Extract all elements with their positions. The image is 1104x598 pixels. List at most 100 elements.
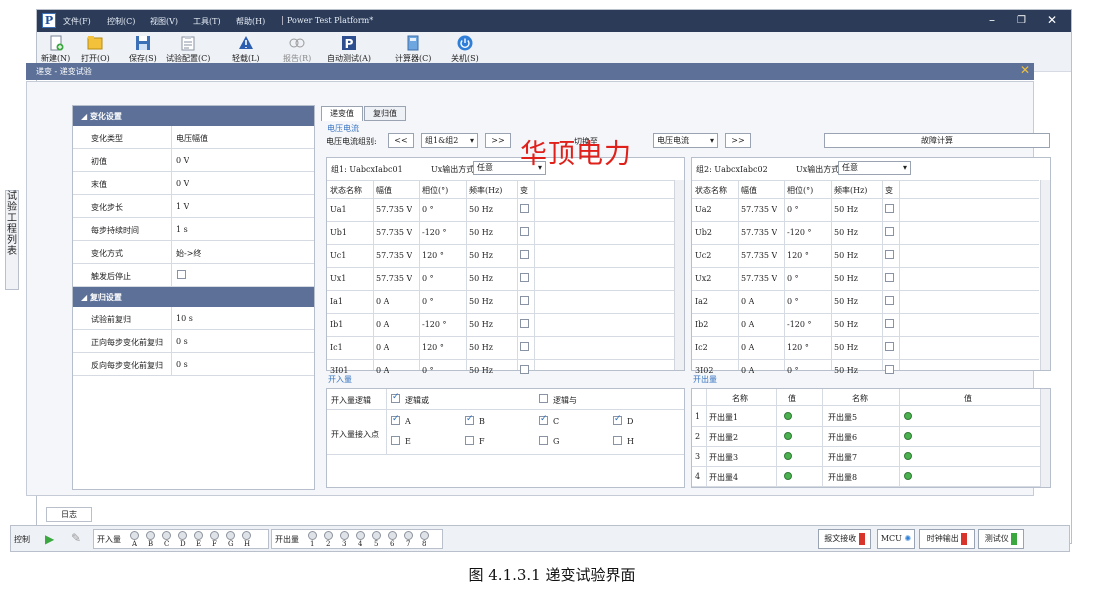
vary-checkbox[interactable] [520,342,529,351]
cell-value[interactable]: 0 A [741,366,754,375]
logic-and-checkbox[interactable] [539,394,548,403]
menu-tools[interactable]: 工具(T) [193,16,221,27]
vary-checkbox[interactable] [885,227,894,236]
cell-value[interactable]: 57.735 V [376,205,412,214]
cell-value[interactable]: 0 ° [787,297,799,306]
cell-value[interactable]: 50 Hz [834,251,858,260]
input-point-checkbox[interactable] [391,436,400,445]
vary-checkbox[interactable] [520,273,529,282]
open-button[interactable]: 打开(O) [81,35,110,64]
save-button[interactable]: 保存(S) [129,35,157,64]
prev-group-button[interactable]: << [388,133,414,148]
property-value[interactable]: 0 V [176,179,189,188]
cell-value[interactable]: 50 Hz [469,228,493,237]
new-button[interactable]: 新建(N) [41,35,70,64]
close-icon[interactable]: ✕ [1047,13,1057,27]
binary-output-scrollbar[interactable] [1040,389,1050,487]
cell-value[interactable]: -120 ° [422,228,447,237]
cell-value[interactable]: 57.735 V [376,251,412,260]
log-tab[interactable]: 日志 [46,507,92,522]
restore-icon[interactable]: ❐ [1017,15,1026,26]
vary-checkbox[interactable] [885,250,894,259]
input-point-checkbox[interactable] [613,436,622,445]
cell-value[interactable]: 0 A [741,320,754,329]
test-project-list-tab[interactable]: 试 验 工 程 列 表 [5,190,19,290]
cell-value[interactable]: -120 ° [787,228,812,237]
cell-value[interactable]: 50 Hz [834,343,858,352]
group1-scrollbar[interactable] [674,180,684,370]
group2-scrollbar[interactable] [1040,180,1050,370]
minimize-icon[interactable]: – [989,13,995,27]
menu-help[interactable]: 帮助(H) [236,16,265,27]
cell-value[interactable]: 0 A [376,320,389,329]
cell-value[interactable]: 50 Hz [834,320,858,329]
shutdown-button[interactable]: 关机(S) [451,35,479,64]
vary-checkbox[interactable] [520,204,529,213]
tab-ramp-values[interactable]: 递变值 [321,106,363,121]
vary-checkbox[interactable] [520,227,529,236]
property-value[interactable]: 0 s [176,360,188,369]
document-tab[interactable]: 递变 - 递变试验 [36,66,92,77]
vary-checkbox[interactable] [885,342,894,351]
cell-value[interactable]: 57.735 V [741,274,777,283]
menu-file[interactable]: 文件(F) [63,16,91,27]
config-button[interactable]: 试验配置(C) [166,35,210,64]
next-group-button[interactable]: >> [485,133,511,148]
menu-control[interactable]: 控制(C) [107,16,135,27]
cell-value[interactable]: 0 ° [422,205,434,214]
property-value[interactable]: 电压幅值 [176,133,208,144]
tester-status[interactable]: 测试仪 [978,529,1024,549]
group-select[interactable]: 组1&组2 ▾ [421,133,478,148]
cell-value[interactable]: 50 Hz [469,297,493,306]
stop-icon[interactable]: ✎ [71,531,81,545]
next-mode-button[interactable]: >> [725,133,751,148]
vary-checkbox[interactable] [885,204,894,213]
property-value[interactable]: 始->终 [176,248,201,259]
calculator-button[interactable]: 计算器(C) [395,35,431,64]
cell-value[interactable]: 120 ° [787,343,809,352]
vary-checkbox[interactable] [520,319,529,328]
cell-value[interactable]: 57.735 V [376,228,412,237]
section-change-settings[interactable]: ◢ 变化设置 [73,106,314,126]
input-point-checkbox[interactable] [613,414,622,425]
tab-reset-values[interactable]: 复归值 [364,106,406,121]
cell-value[interactable]: 0 A [376,297,389,306]
property-value[interactable]: 10 s [176,314,193,323]
vary-checkbox[interactable] [520,296,529,305]
cell-value[interactable]: 50 Hz [469,274,493,283]
property-value[interactable]: 0 V [176,156,189,165]
cell-value[interactable]: 120 ° [422,343,444,352]
vary-checkbox[interactable] [885,296,894,305]
vary-checkbox[interactable] [520,250,529,259]
cell-value[interactable]: -120 ° [422,320,447,329]
mode-select[interactable]: 电压电流 ▾ [653,133,718,148]
auto-test-button[interactable]: P 自动测试(A) [327,35,371,64]
cell-value[interactable]: 0 A [741,297,754,306]
stop-on-trigger-checkbox[interactable] [177,270,186,279]
msg-receive-status[interactable]: 报文接收 [818,529,871,549]
light-load-button[interactable]: 轻载(L) [232,35,260,64]
cell-value[interactable]: 50 Hz [469,320,493,329]
property-value[interactable]: 1 V [176,202,189,211]
cell-value[interactable]: 50 Hz [834,205,858,214]
group2-ux-select[interactable]: 任意 ▾ [838,161,911,175]
cell-value[interactable]: 50 Hz [834,274,858,283]
cell-value[interactable]: 57.735 V [376,274,412,283]
cell-value[interactable]: 50 Hz [469,251,493,260]
input-point-checkbox[interactable] [539,436,548,445]
cell-value[interactable]: 50 Hz [834,366,858,375]
cell-value[interactable]: 120 ° [787,251,809,260]
cell-value[interactable]: 0 A [376,343,389,352]
property-value[interactable]: 1 s [176,225,188,234]
input-point-checkbox[interactable] [391,414,400,425]
cell-value[interactable]: 57.735 V [741,228,777,237]
mcu-status[interactable]: MCU ✺ [877,529,915,549]
fault-calc-button[interactable]: 故障计算 [824,133,1050,148]
input-point-checkbox[interactable] [465,436,474,445]
property-value[interactable]: 0 s [176,337,188,346]
cell-value[interactable]: 57.735 V [741,205,777,214]
logic-or-checkbox[interactable] [391,392,400,403]
vary-checkbox[interactable] [885,319,894,328]
clock-output-status[interactable]: 时钟输出 [919,529,975,549]
cell-value[interactable]: -120 ° [787,320,812,329]
